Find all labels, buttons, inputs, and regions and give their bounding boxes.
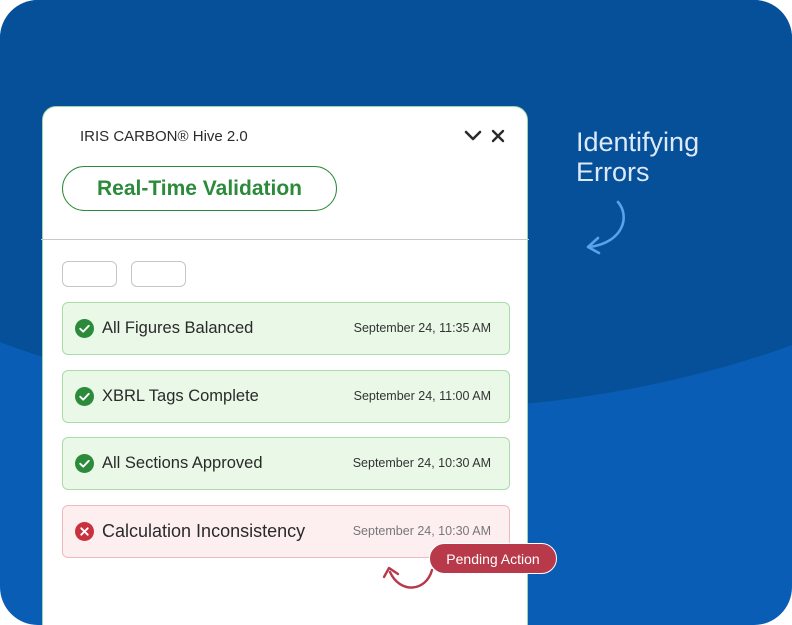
callout-line-2: Errors xyxy=(576,157,650,187)
header-divider xyxy=(41,239,529,240)
validation-label: Calculation Inconsistency xyxy=(102,521,306,541)
callout-line-1: Identifying xyxy=(576,127,700,157)
validation-time: September 24, 10:30 AM xyxy=(352,456,491,470)
close-button[interactable] xyxy=(487,125,509,147)
close-icon xyxy=(491,129,505,143)
filter-chip-1[interactable] xyxy=(62,261,117,287)
error-circle-icon xyxy=(75,522,94,541)
check-circle-icon xyxy=(75,387,94,406)
validation-row-figures[interactable]: All Figures Balanced September 24, 11:35… xyxy=(62,302,510,355)
chevron-down-icon xyxy=(464,130,482,141)
collapse-button[interactable] xyxy=(462,125,484,147)
pending-action-badge[interactable]: Pending Action xyxy=(429,543,557,574)
curved-arrow-icon xyxy=(586,200,625,255)
callout-text: Identifying Errors xyxy=(576,127,699,187)
validation-time: September 24, 11:00 AM xyxy=(353,389,491,403)
validation-row-xbrl[interactable]: XBRL Tags Complete September 24, 11:00 A… xyxy=(62,370,510,423)
validation-time: September 24, 10:30 AM xyxy=(352,524,491,538)
validation-label: All Figures Balanced xyxy=(102,319,254,337)
filter-chip-2[interactable] xyxy=(131,261,186,287)
validation-row-sections[interactable]: All Sections Approved September 24, 10:3… xyxy=(62,437,510,490)
validation-label: All Sections Approved xyxy=(102,454,263,472)
feature-title: Real-Time Validation xyxy=(62,166,337,211)
check-circle-icon xyxy=(75,319,94,338)
hero-stage: IRIS CARBON® Hive 2.0 Real-Time Validati… xyxy=(0,0,792,625)
validation-time: September 24, 11:35 AM xyxy=(353,321,491,335)
validation-label: XBRL Tags Complete xyxy=(102,387,259,405)
app-title: IRIS CARBON® Hive 2.0 xyxy=(80,128,248,145)
check-circle-icon xyxy=(75,454,94,473)
